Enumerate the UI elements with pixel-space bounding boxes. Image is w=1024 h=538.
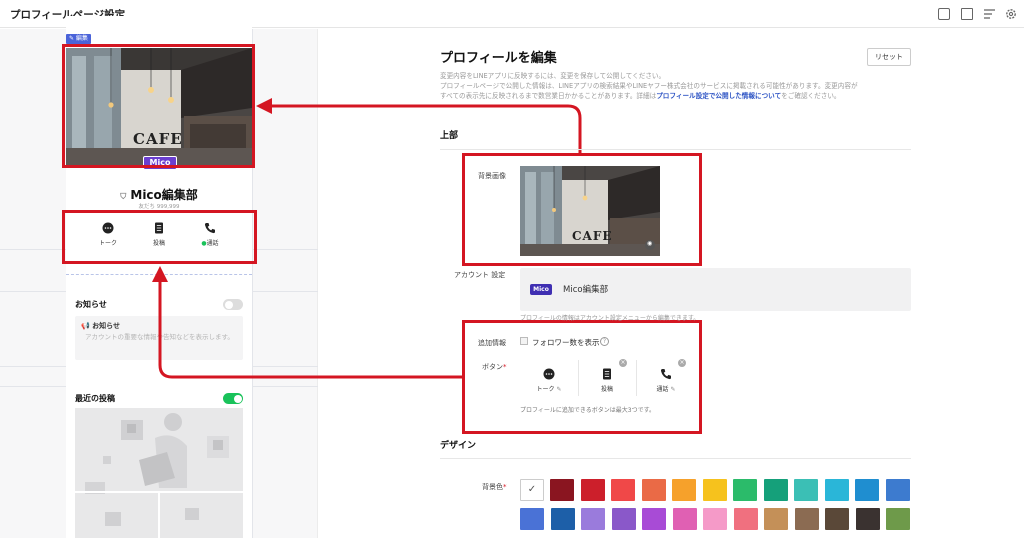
help-icon[interactable]: ? xyxy=(600,337,609,346)
color-swatch[interactable] xyxy=(764,508,788,530)
color-swatch[interactable] xyxy=(855,479,879,501)
buttons-note: プロフィールに追加できるボタンは最大3つです。 xyxy=(520,407,655,414)
color-swatch[interactable] xyxy=(580,479,605,501)
chat-icon xyxy=(543,368,555,380)
button-separator xyxy=(578,360,579,396)
color-swatch[interactable] xyxy=(825,508,849,530)
editor-desc-line-3: すべての表示先に反映されるまで数営業日かかることがあります。詳細はプロフィール設… xyxy=(440,92,841,100)
section-design-title: デザイン xyxy=(440,441,477,451)
color-swatch[interactable] xyxy=(824,479,849,501)
bg-image-label: 背景画像 xyxy=(478,172,506,180)
color-swatch[interactable] xyxy=(794,508,819,530)
color-swatch[interactable] xyxy=(550,508,575,530)
pencil-icon[interactable]: ✎ xyxy=(670,386,675,393)
bg-cafe-sign: CAFE xyxy=(572,229,613,243)
bg-image-thumbnail[interactable]: CAFE ◉ xyxy=(520,166,660,256)
editor-title: プロフィールを編集 xyxy=(440,51,557,66)
color-swatch[interactable] xyxy=(581,508,605,530)
color-swatch[interactable] xyxy=(733,508,758,530)
editor-desc-line-2: プロフィールページで公開した情報は、LINEアプリの検索結果やLINEヤフー株式… xyxy=(440,82,858,90)
color-swatch[interactable] xyxy=(550,479,574,501)
account-name: Mico編集部 xyxy=(563,285,609,295)
color-swatch[interactable] xyxy=(733,479,757,501)
color-swatch[interactable] xyxy=(642,508,666,530)
color-swatch[interactable] xyxy=(763,479,788,501)
account-settings-label: アカウント 設定 xyxy=(454,271,506,279)
color-swatch[interactable] xyxy=(672,479,696,501)
color-swatch[interactable] xyxy=(885,479,910,501)
color-swatch[interactable] xyxy=(886,508,910,530)
account-badge: Mico xyxy=(530,284,552,295)
color-swatch[interactable] xyxy=(794,479,818,501)
color-swatch[interactable] xyxy=(702,479,727,501)
account-row: Mico Mico編集部 xyxy=(520,268,911,311)
account-note: プロフィールの情報はアカウント設定メニューから編集できます。 xyxy=(520,315,700,322)
color-swatch[interactable] xyxy=(641,479,666,501)
color-swatch[interactable] xyxy=(611,479,635,501)
extra-info-label: 追加情報 xyxy=(478,339,506,347)
color-swatch[interactable] xyxy=(703,508,727,530)
follower-label[interactable]: フォロワー数を表示 xyxy=(532,337,600,348)
bgcolor-label: 背景色* xyxy=(482,483,507,491)
editor-call-button[interactable]: × 通話 ✎ xyxy=(642,359,690,400)
section-design-divider xyxy=(440,458,911,459)
color-swatch[interactable] xyxy=(611,508,636,530)
profile-info-link[interactable]: プロフィール設定で公開した情報について xyxy=(656,92,781,100)
follower-checkbox[interactable] xyxy=(520,337,528,345)
color-swatch[interactable] xyxy=(672,508,697,530)
editor-post-button[interactable]: × 投稿 xyxy=(583,359,631,400)
remove-call-icon[interactable]: × xyxy=(678,359,686,367)
reset-button[interactable]: リセット xyxy=(867,48,911,66)
remove-post-icon[interactable]: × xyxy=(619,359,627,367)
editor-talk-button[interactable]: トーク ✎ xyxy=(525,360,573,400)
pencil-icon[interactable]: ✎ xyxy=(556,386,561,393)
selected-color-swatch[interactable]: ✓ xyxy=(520,479,544,501)
section-top-divider xyxy=(440,149,911,150)
camera-icon[interactable]: ◉ xyxy=(647,240,652,247)
button-separator xyxy=(636,360,637,396)
document-icon xyxy=(603,368,611,380)
buttons-label: ボタン* xyxy=(482,363,507,371)
color-swatch[interactable] xyxy=(855,508,880,530)
phone-icon xyxy=(660,369,671,380)
color-swatch[interactable] xyxy=(520,508,544,530)
editor-desc-line-1: 変更内容をLINEアプリに反映するには、変更を保存して公開してください。 xyxy=(440,72,666,80)
section-top-title: 上部 xyxy=(440,131,459,141)
